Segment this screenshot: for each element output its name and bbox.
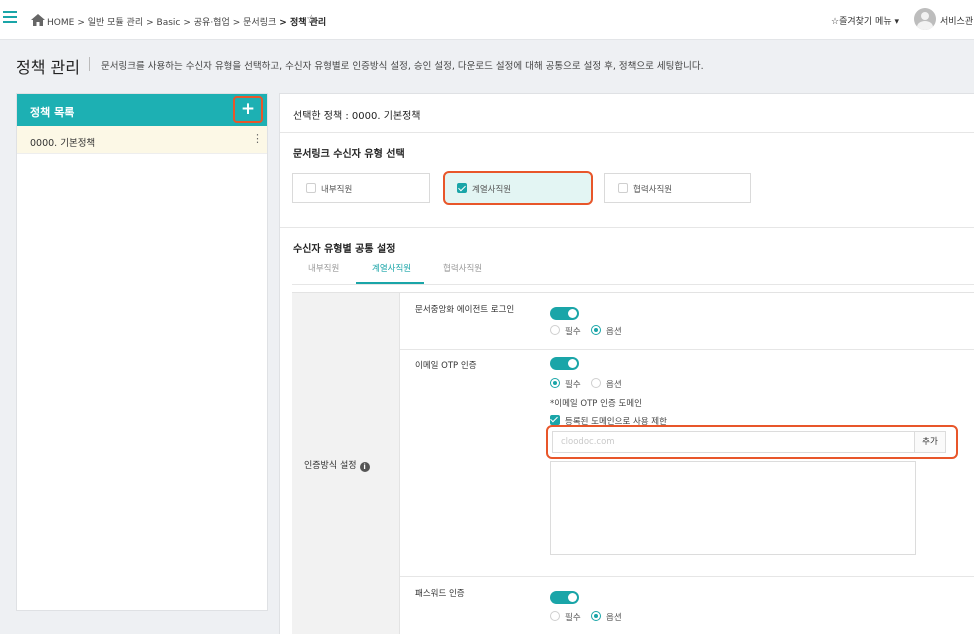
- policy-item-label: 0000. 기본정책: [30, 138, 96, 149]
- add-policy-button[interactable]: +: [233, 96, 263, 123]
- breadcrumb-current: > 정책 관리: [279, 18, 327, 28]
- recipient-type-partner[interactable]: 협력사직원: [604, 173, 751, 203]
- option-label: 패스워드 인증: [415, 589, 465, 599]
- active-tab-indicator: [356, 282, 424, 284]
- info-icon[interactable]: i: [359, 462, 370, 472]
- user-name[interactable]: 서비스관리: [940, 14, 974, 27]
- top-bar: HOME > 일반 모듈 관리 > Basic > 공유·협업 > 문서링크 > 정책 관…: [0, 0, 974, 40]
- policy-list-title: 정책 목록: [30, 106, 75, 119]
- favorites-menu-label: 즐겨찾기 메뉴 ▾: [839, 17, 899, 27]
- breadcrumb: HOME > 일반 모듈 관리 > Basic > 공유·협업 > 문서링크 > 정책 관…: [47, 15, 329, 28]
- policy-list-header: 정책 목록 +: [17, 94, 267, 126]
- radio-optional[interactable]: [591, 325, 601, 335]
- add-domain-button[interactable]: 추가: [914, 431, 946, 453]
- avatar[interactable]: [914, 8, 936, 30]
- radio-optional[interactable]: [591, 611, 601, 621]
- auth-settings-table: 인증방식 설정 i 문서중앙화 에이전트 로그인 필수 옵션 이메일 OTP 인증…: [292, 292, 974, 634]
- radio-optional[interactable]: [591, 378, 601, 388]
- tab-internal[interactable]: 내부직원: [308, 262, 339, 274]
- recipient-section-title: 문서링크 수신자 유형 선택: [293, 149, 405, 160]
- domain-input-group: 추가: [546, 425, 958, 459]
- recipient-type-affiliate[interactable]: 계열사직원: [443, 171, 593, 205]
- title-divider: [89, 57, 90, 71]
- recipient-type-internal[interactable]: 내부직원: [292, 173, 430, 203]
- common-settings-title: 수신자 유형별 공통 설정: [293, 244, 396, 255]
- tabs-baseline: [292, 284, 974, 285]
- checkbox-checked[interactable]: [457, 183, 467, 193]
- auth-method-label-text: 인증방식 설정: [304, 461, 357, 471]
- menu-icon[interactable]: [3, 11, 17, 23]
- breadcrumb-home[interactable]: HOME: [47, 18, 74, 28]
- radio-required[interactable]: [550, 378, 560, 388]
- breadcrumb-basic[interactable]: > Basic: [146, 18, 180, 28]
- radio-required-label: 필수: [565, 613, 581, 623]
- domain-input[interactable]: [552, 431, 914, 453]
- otp-domain-note: *이메일 OTP 인증 도메인: [550, 399, 642, 409]
- more-vertical-icon[interactable]: ⋮: [252, 133, 263, 144]
- toggle-switch[interactable]: [550, 357, 579, 370]
- recipient-type-label: 내부직원: [321, 185, 353, 195]
- option-label: 이메일 OTP 인증: [415, 361, 477, 371]
- divider: [280, 132, 974, 133]
- selected-policy-title: 선택한 정책 : 0000. 기본정책: [293, 111, 421, 122]
- page-description: 문서링크를 사용하는 수신자 유형을 선택하고, 수신자 유형별로 인증방식 설…: [101, 61, 704, 72]
- policy-list-panel: 정책 목록 + 0000. 기본정책 ⋮: [16, 93, 268, 611]
- radio-optional-label: 옵션: [606, 380, 622, 390]
- radio-optional-label: 옵션: [606, 327, 622, 337]
- checkbox[interactable]: [618, 183, 628, 193]
- breadcrumb-module[interactable]: > 일반 모듈 관리: [77, 18, 143, 28]
- policy-list-item[interactable]: 0000. 기본정책 ⋮: [17, 126, 267, 154]
- radio-required-label: 필수: [565, 327, 581, 337]
- toggle-switch[interactable]: [550, 591, 579, 604]
- row-divider: [400, 349, 974, 350]
- option-label: 문서중앙화 에이전트 로그인: [415, 305, 515, 315]
- radio-required[interactable]: [550, 611, 560, 621]
- home-icon[interactable]: [31, 14, 45, 26]
- policy-detail-panel: 선택한 정책 : 0000. 기본정책 문서링크 수신자 유형 선택 내부직원 …: [279, 93, 974, 634]
- radio-optional-label: 옵션: [606, 613, 622, 623]
- favorites-menu[interactable]: ☆즐겨찾기 메뉴 ▾: [831, 14, 899, 27]
- breadcrumb-doclink[interactable]: > 문서링크: [233, 18, 277, 28]
- radio-required[interactable]: [550, 325, 560, 335]
- checkbox[interactable]: [306, 183, 316, 193]
- restrict-domain-checkbox[interactable]: [550, 415, 560, 425]
- row-divider: [400, 576, 974, 577]
- tab-partner[interactable]: 협력사직원: [443, 262, 482, 274]
- bookmark-star-icon[interactable]: ☆: [306, 12, 317, 26]
- recipient-type-label: 계열사직원: [472, 185, 512, 195]
- radio-required-label: 필수: [565, 380, 581, 390]
- recipient-type-label: 협력사직원: [633, 185, 673, 195]
- page-title: 정책 관리: [16, 58, 80, 77]
- auth-method-label: 인증방식 설정 i: [304, 458, 370, 472]
- tab-affiliate[interactable]: 계열사직원: [372, 262, 411, 274]
- divider: [280, 227, 974, 228]
- breadcrumb-share[interactable]: > 공유·협업: [183, 18, 229, 28]
- domain-list-box[interactable]: [550, 461, 916, 555]
- settings-label-column: 인증방식 설정 i: [292, 293, 400, 634]
- star-icon: ☆: [831, 17, 840, 27]
- toggle-switch[interactable]: [550, 307, 579, 320]
